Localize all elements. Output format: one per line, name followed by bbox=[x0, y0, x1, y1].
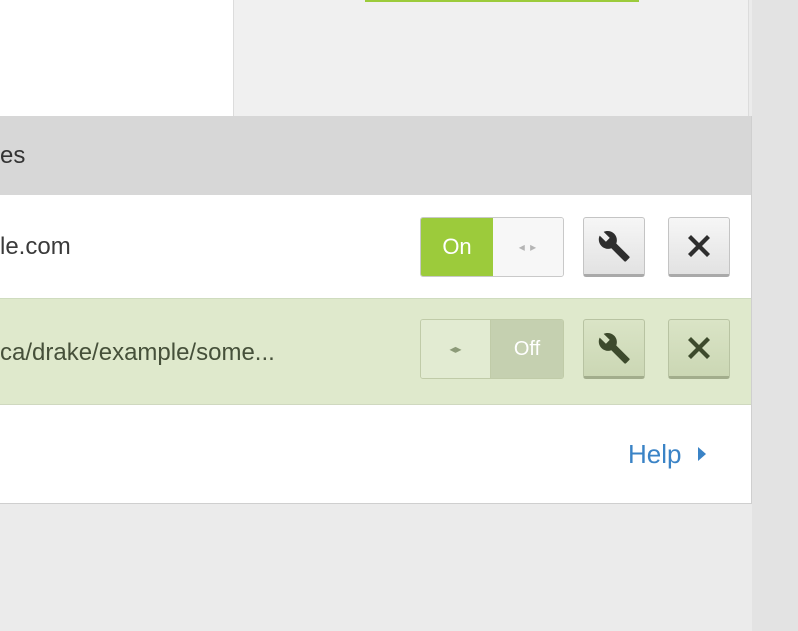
toggle-handle-icon: ◂ ▸ bbox=[493, 218, 563, 276]
card-header: es bbox=[0, 116, 751, 195]
help-label: Help bbox=[628, 439, 682, 469]
configure-button[interactable] bbox=[583, 319, 645, 379]
toggle-on-label: On bbox=[421, 218, 493, 276]
enable-toggle[interactable]: On ◂ ▸ bbox=[420, 217, 564, 277]
enable-toggle[interactable]: ◂▸ Off bbox=[420, 319, 564, 379]
configure-button[interactable] bbox=[583, 217, 645, 277]
remove-button[interactable] bbox=[668, 217, 730, 277]
remove-button[interactable] bbox=[668, 319, 730, 379]
list-item: le.com On ◂ ▸ bbox=[0, 195, 751, 299]
row-url: le.com bbox=[0, 233, 71, 260]
top-left-panel bbox=[0, 0, 233, 116]
toggle-off-label: Off bbox=[491, 320, 563, 378]
list-item: ca/drake/example/some... ◂▸ Off bbox=[0, 299, 751, 405]
wrench-icon bbox=[598, 332, 630, 364]
wrench-icon bbox=[598, 230, 630, 262]
chevron-right-icon bbox=[698, 447, 707, 461]
row-url: ca/drake/example/some... bbox=[0, 339, 275, 366]
top-right-panel bbox=[233, 0, 749, 116]
close-icon bbox=[688, 337, 710, 359]
right-gutter bbox=[752, 0, 798, 631]
card-header-title: es bbox=[0, 142, 26, 169]
accent-bar bbox=[365, 0, 639, 2]
close-icon bbox=[688, 235, 710, 257]
rules-card: es le.com On ◂ ▸ ca/drake/example/some..… bbox=[0, 116, 752, 504]
toggle-handle-icon: ◂▸ bbox=[421, 320, 491, 378]
help-link[interactable]: Help bbox=[628, 437, 707, 471]
